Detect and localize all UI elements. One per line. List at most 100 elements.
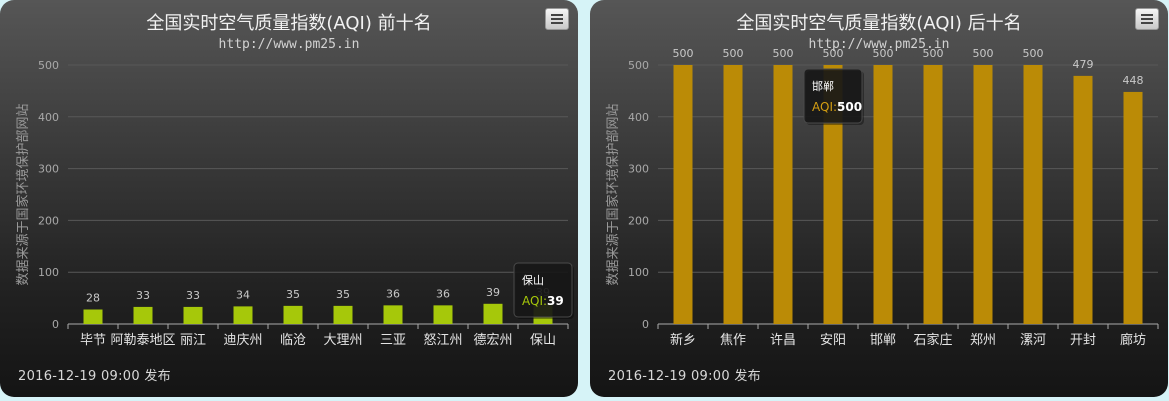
tooltip-value: 500 (837, 100, 862, 114)
y-tick-label: 500 (628, 59, 649, 72)
bar (433, 305, 453, 324)
y-tick-label: 0 (52, 318, 59, 331)
x-tick-label: 毕节 (80, 333, 106, 348)
x-tick-label: 大理州 (323, 333, 362, 348)
x-tick-label: 石家庄 (913, 332, 952, 348)
bar (1123, 91, 1143, 324)
y-tick-label: 100 (38, 266, 59, 279)
x-tick-label: 阿勒泰地区 (110, 333, 175, 348)
x-tick-label: 保山 (530, 333, 556, 348)
chart-menu-button[interactable] (1135, 8, 1159, 30)
x-tick-label: 廊坊 (1120, 332, 1146, 348)
bar (1073, 75, 1093, 325)
data-label: 33 (136, 289, 150, 302)
y-tick-label: 0 (642, 318, 649, 331)
bar (483, 303, 503, 324)
data-label: 34 (236, 288, 250, 301)
tooltip: 保山 AQI:39 (513, 262, 574, 319)
y-tick-label: 500 (38, 59, 59, 72)
data-label: 500 (673, 47, 694, 60)
menu-line (1141, 22, 1153, 24)
data-label: 36 (436, 287, 450, 300)
menu-line (1141, 18, 1153, 20)
x-tick-label: 开封 (1070, 333, 1096, 348)
data-label: 35 (336, 288, 350, 301)
data-label: 39 (486, 286, 500, 299)
bar (1023, 65, 1043, 324)
tooltip-name: 保山 (522, 273, 544, 287)
data-label: 33 (186, 289, 200, 302)
y-tick-label: 400 (38, 111, 59, 124)
chart-bottom10: 全国实时空气质量指数(AQI) 后十名http://www.pm25.in数据来… (605, 13, 1159, 348)
bar (773, 65, 793, 324)
y-tick-label: 300 (38, 163, 59, 176)
bar (233, 306, 253, 324)
y-axis-label: 数据来源于国家环境保护部网站 (605, 103, 621, 285)
chart-menu-button[interactable] (545, 8, 569, 30)
x-tick-label: 焦作 (720, 333, 746, 348)
x-tick-label: 郑州 (970, 333, 996, 348)
menu-line (1141, 14, 1153, 16)
data-label: 500 (823, 47, 844, 60)
bar (133, 306, 153, 324)
chart-top10: 全国实时空气质量指数(AQI) 前十名 http://www.pm25.in 数据来… (15, 13, 574, 348)
y-tick-label: 200 (38, 214, 59, 227)
chart-panel-top10: 全国实时空气质量指数(AQI) 前十名 http://www.pm25.in 数据来… (0, 0, 578, 397)
data-label: 36 (386, 287, 400, 300)
bar (83, 309, 103, 324)
bar (923, 65, 943, 324)
x-tick-label: 三亚 (380, 333, 406, 348)
tooltip-label: AQI: (812, 100, 837, 114)
bar (333, 305, 353, 324)
x-tick-label: 德宏州 (473, 333, 512, 348)
publish-time: 2016-12-19 09:00 发布 (18, 369, 171, 384)
x-tick-label: 迪庆州 (223, 333, 262, 348)
data-label: 500 (1023, 47, 1044, 60)
data-label: 28 (86, 291, 100, 304)
chart-panel-bottom10: 全国实时空气质量指数(AQI) 后十名 http://www.pm25.in 数据来… (590, 0, 1168, 397)
publish-time: 2016-12-19 09:00 发布 (608, 369, 761, 384)
tooltip: 邯郸 AQI:500 (803, 68, 864, 125)
chart-subtitle: http://www.pm25.in (219, 37, 360, 52)
data-label: 500 (923, 47, 944, 60)
data-label: 500 (723, 47, 744, 60)
tooltip-name: 邯郸 (812, 79, 834, 93)
menu-line (551, 22, 563, 24)
data-label: 500 (973, 47, 994, 60)
bar (973, 65, 993, 324)
y-tick-label: 400 (628, 111, 649, 124)
menu-line (551, 18, 563, 20)
tooltip-box (513, 262, 573, 318)
tooltip-box (803, 68, 863, 124)
menu-line (551, 14, 563, 16)
y-tick-label: 100 (628, 266, 649, 279)
x-tick-label: 邯郸 (870, 333, 896, 348)
y-tick-label: 300 (628, 163, 649, 176)
tooltip-label: AQI: (522, 294, 547, 308)
y-axis-label: 数据来源于国家环境保护部网站 (15, 103, 31, 285)
x-tick-label: 安阳 (820, 333, 846, 348)
data-label: 500 (873, 47, 894, 60)
y-tick-label: 200 (628, 214, 649, 227)
bar (283, 305, 303, 324)
bar (873, 65, 893, 324)
x-tick-label: 临沧 (280, 332, 306, 348)
x-tick-label: 丽江 (180, 333, 206, 348)
x-tick-label: 新乡 (670, 332, 696, 348)
tooltip-value-line: AQI:39 (522, 294, 564, 308)
data-label: 448 (1123, 74, 1144, 87)
chart-title: 全国实时空气质量指数(AQI) 前十名 (146, 13, 431, 34)
data-label: 35 (286, 288, 300, 301)
bar (383, 305, 403, 324)
data-label: 479 (1073, 58, 1094, 71)
chart-title: 全国实时空气质量指数(AQI) 后十名 (736, 13, 1021, 34)
data-label: 500 (773, 47, 794, 60)
tooltip-value: 39 (547, 294, 564, 308)
x-tick-label: 怒江州 (423, 333, 462, 348)
x-tick-label: 漯河 (1020, 333, 1046, 348)
x-tick-label: 许昌 (770, 333, 796, 348)
bar (183, 306, 203, 324)
bar (723, 65, 743, 324)
tooltip-value-line: AQI:500 (812, 100, 862, 114)
bar (673, 65, 693, 324)
